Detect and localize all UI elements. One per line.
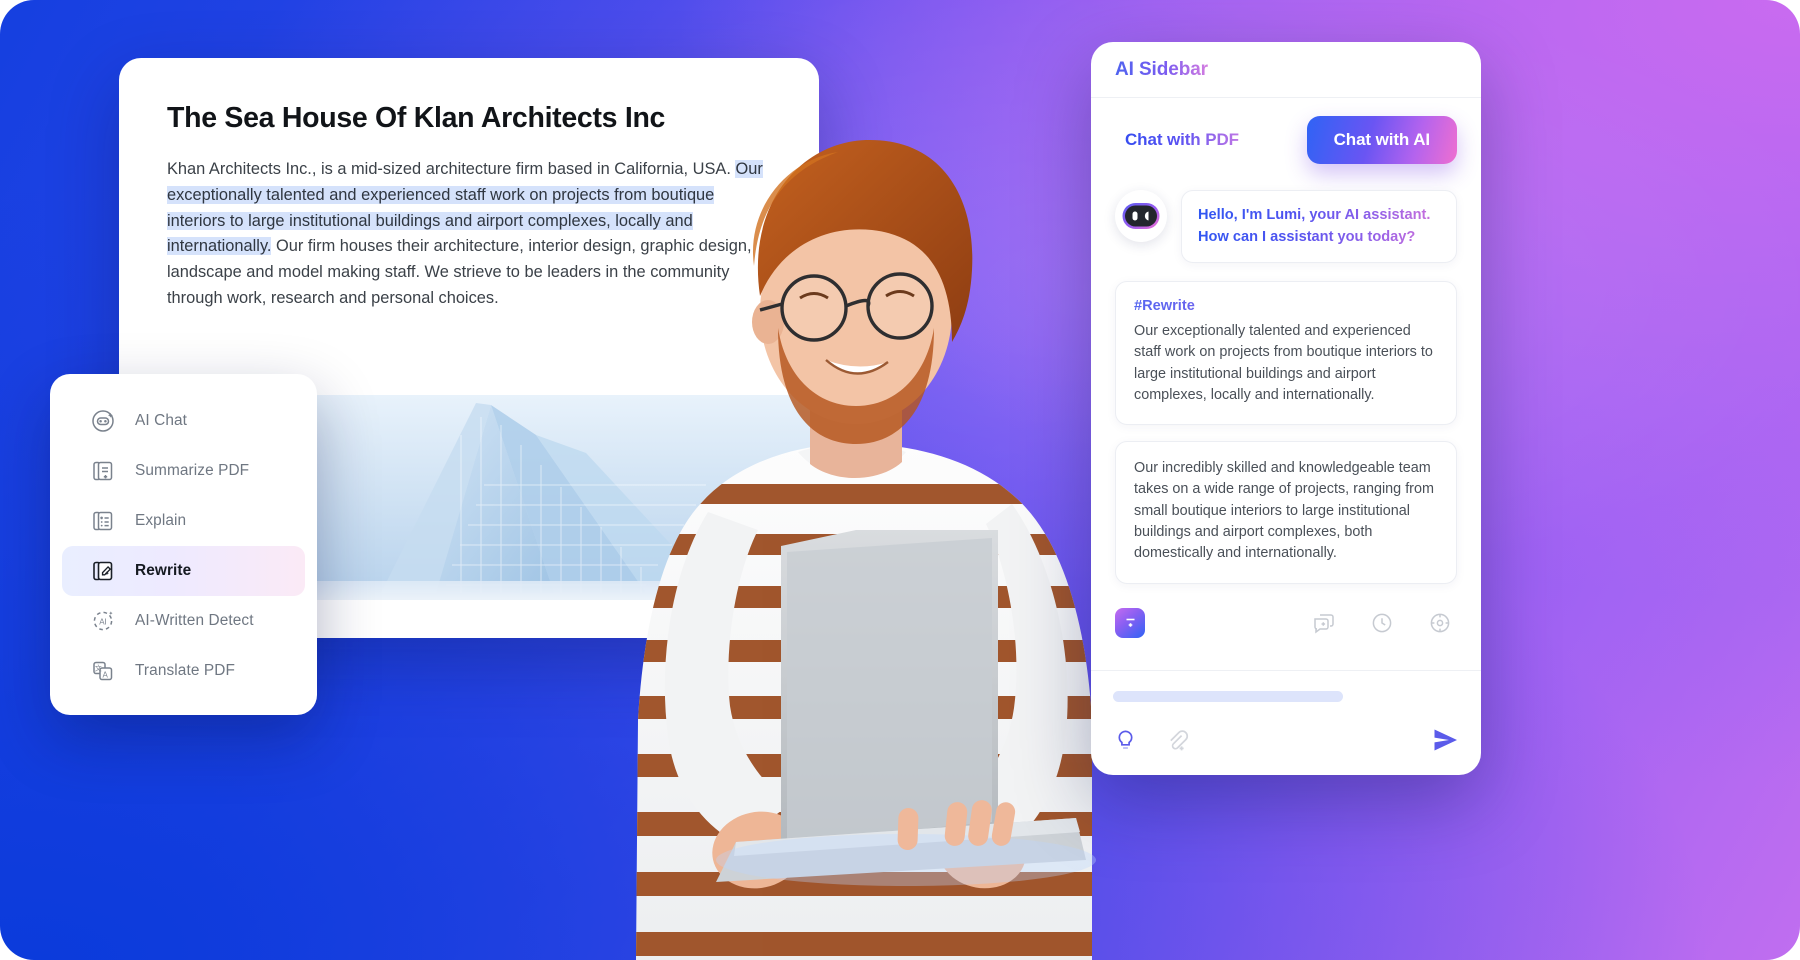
svg-text:文: 文 <box>95 663 102 672</box>
sidebar-tabs: Chat with PDF Chat with AI <box>1091 98 1481 176</box>
menu-item-summarize-pdf[interactable]: Summarize PDF <box>62 446 305 496</box>
sidebar-header: AI Sidebar <box>1091 42 1481 98</box>
rewrite-response-text: Our incredibly skilled and knowledgeable… <box>1134 460 1434 562</box>
svg-text:A: A <box>103 670 109 679</box>
menu-item-label: AI-Written Detect <box>135 612 254 629</box>
app-screenshot: The Sea House Of Klan Architects Inc Kha… <box>0 0 1800 960</box>
document-summary-icon <box>88 456 118 486</box>
menu-item-label: Translate PDF <box>135 662 235 679</box>
assistant-greeting-message: Hello, I'm Lumi, your AI assistant. How … <box>1115 190 1457 263</box>
menu-item-rewrite[interactable]: Rewrite <box>62 546 305 596</box>
ai-tools-menu: AI Chat Summarize PDF Explain Rewrite AI… <box>50 374 317 715</box>
rewrite-response-card: Our incredibly skilled and knowledgeable… <box>1115 441 1457 584</box>
rewrite-prompt-text: Our exceptionally talented and experienc… <box>1134 323 1433 403</box>
composer-toolbar <box>1113 726 1459 759</box>
lightbulb-icon[interactable] <box>1113 728 1138 758</box>
send-icon[interactable] <box>1431 726 1459 759</box>
rewrite-tag: #Rewrite <box>1134 298 1438 314</box>
document-pencil-icon <box>88 556 118 586</box>
sidebar-composer <box>1091 670 1481 775</box>
menu-item-explain[interactable]: Explain <box>62 496 305 546</box>
menu-item-ai-chat[interactable]: AI Chat <box>62 396 305 446</box>
robot-icon <box>88 406 118 436</box>
new-chat-icon[interactable] <box>1307 606 1341 640</box>
document-list-icon <box>88 506 118 536</box>
menu-item-label: Summarize PDF <box>135 462 250 479</box>
lumi-bot-avatar-icon <box>1115 190 1167 242</box>
sidebar-title: AI Sidebar <box>1115 58 1208 80</box>
menu-item-label: Explain <box>135 512 187 529</box>
assistant-greeting-text: Hello, I'm Lumi, your AI assistant. How … <box>1198 205 1440 248</box>
menu-item-ai-written-detect[interactable]: AI AI-Written Detect <box>62 596 305 646</box>
sidebar-conversation: Hello, I'm Lumi, your AI assistant. How … <box>1091 176 1481 670</box>
svg-text:AI: AI <box>99 617 107 626</box>
assistant-greeting-bubble: Hello, I'm Lumi, your AI assistant. How … <box>1181 190 1457 263</box>
attachment-icon[interactable] <box>1164 728 1189 758</box>
tab-chat-with-pdf[interactable]: Chat with PDF <box>1115 122 1249 158</box>
ai-detect-icon: AI <box>88 606 118 636</box>
translate-icon: 文 A <box>88 656 118 686</box>
menu-item-label: AI Chat <box>135 412 188 429</box>
message-actions-row <box>1108 600 1457 650</box>
history-clock-icon[interactable] <box>1365 606 1399 640</box>
tab-chat-with-ai[interactable]: Chat with AI <box>1306 116 1457 164</box>
message-input[interactable] <box>1113 691 1343 702</box>
settings-icon[interactable] <box>1423 606 1457 640</box>
ai-sidebar-panel: AI Sidebar Chat with PDF Chat with AI He… <box>1091 42 1481 775</box>
menu-item-label: Rewrite <box>135 562 192 579</box>
person-with-laptop-photo <box>386 60 1146 960</box>
rewrite-gradient-icon[interactable] <box>1108 607 1145 638</box>
menu-item-translate-pdf[interactable]: 文 A Translate PDF <box>62 646 305 696</box>
rewrite-prompt-card: #Rewrite Our exceptionally talented and … <box>1115 281 1457 426</box>
